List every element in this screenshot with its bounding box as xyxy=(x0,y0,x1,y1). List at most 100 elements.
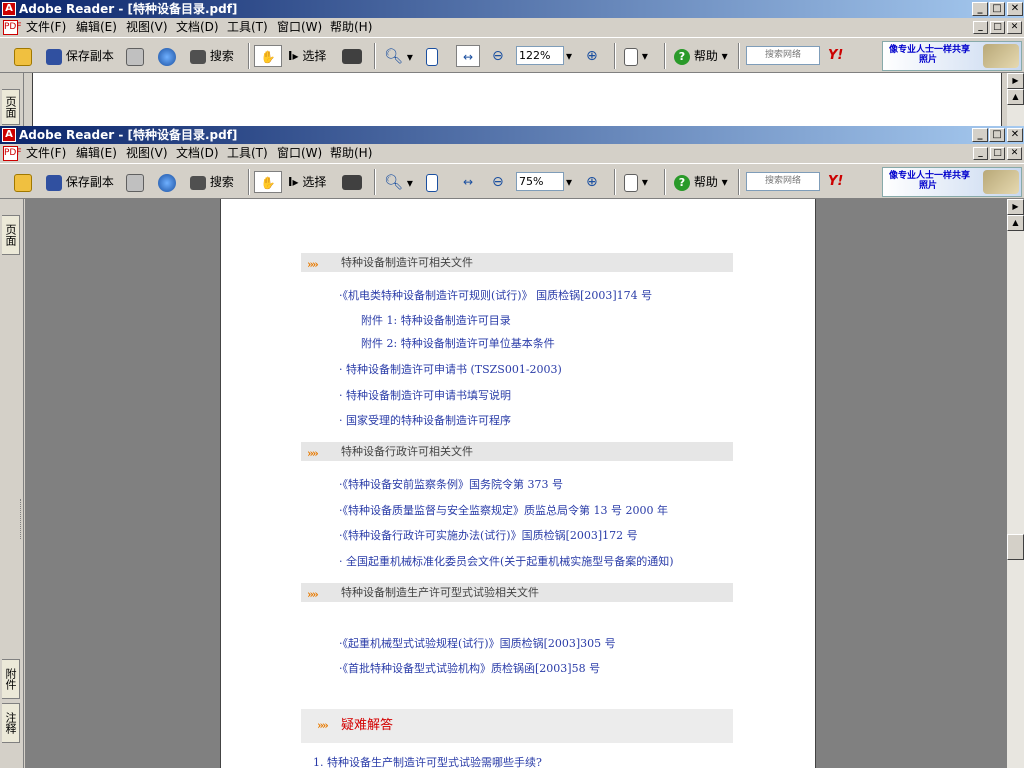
scrollbar-thumb[interactable] xyxy=(1007,534,1024,560)
document-view[interactable] xyxy=(32,73,1002,126)
select-tool-button[interactable]: I▸ 选择 xyxy=(288,45,326,67)
page-layout-icon xyxy=(624,47,638,66)
help-button[interactable]: ? 帮助 ▾ xyxy=(674,45,728,67)
save-copy-button[interactable]: 保存副本 xyxy=(46,171,114,193)
maximize-button[interactable]: □ xyxy=(989,2,1005,16)
zoom-level-input[interactable]: 122% xyxy=(516,46,564,65)
menu-window[interactable]: 窗口(W) xyxy=(277,18,322,37)
doc-link[interactable]: ·《特种设备安前监察条例》国务院令第 373 号 xyxy=(339,476,563,492)
doc-link[interactable]: ·《机电类特种设备制造许可规则(试行)》 国质检锅[2003]174 号 xyxy=(339,287,652,303)
fit-width-button[interactable]: ↔ xyxy=(456,171,480,193)
actual-size-button[interactable] xyxy=(426,45,438,67)
hand-icon: ✋ xyxy=(260,176,276,190)
page-layout-button[interactable]: ▾ xyxy=(624,171,648,193)
pane-resize-handle[interactable] xyxy=(20,499,23,539)
menu-file[interactable]: 文件(F) xyxy=(26,144,66,163)
menu-edit[interactable]: 编辑(E) xyxy=(76,144,117,163)
email-button[interactable] xyxy=(158,171,176,193)
open-folder-icon xyxy=(14,173,32,192)
doc-link[interactable]: ·《起重机械型式试验规程(试行)》国质检锅[2003]305 号 xyxy=(339,635,616,651)
faq-question[interactable]: 1. 特种设备生产制造许可型式试验需哪些手续? xyxy=(313,754,542,768)
doc-close-button[interactable]: ✕ xyxy=(1007,21,1022,34)
minimize-button[interactable]: _ xyxy=(972,2,988,16)
doc-link[interactable]: · 国家受理的特种设备制造许可程序 xyxy=(339,412,511,428)
snapshot-button[interactable] xyxy=(342,171,362,193)
photo-share-ad[interactable]: 像专业人士一样共享 照片 xyxy=(882,41,1022,71)
menu-help[interactable]: 帮助(H) xyxy=(330,18,372,37)
doc-link[interactable]: ·《首批特种设备型式试验机构》质检锅函[2003]58 号 xyxy=(339,660,600,676)
hand-tool-button[interactable]: ✋ xyxy=(254,171,282,193)
doc-close-button[interactable]: ✕ xyxy=(1007,147,1022,160)
zoom-in-tool-button[interactable]: 🔍︎ ▾ xyxy=(384,171,413,193)
menu-tools[interactable]: 工具(T) xyxy=(227,18,268,37)
help-button[interactable]: ? 帮助 ▾ xyxy=(674,171,728,193)
doc-link[interactable]: 附件 1: 特种设备制造许可目录 xyxy=(361,312,511,328)
save-copy-button[interactable]: 保存副本 xyxy=(46,45,114,67)
print-button[interactable] xyxy=(126,45,144,67)
zoom-dropdown-chevron-icon[interactable]: ▾ xyxy=(566,171,572,193)
menu-window[interactable]: 窗口(W) xyxy=(277,144,322,163)
zoom-out-button[interactable]: ⊖ xyxy=(492,45,504,67)
zoom-level-input[interactable]: 75% xyxy=(516,172,564,191)
menu-bar: PDF 文件(F) 编辑(E) 视图(V) 文档(D) 工具(T) 窗口(W) … xyxy=(0,144,1024,163)
menu-file[interactable]: 文件(F) xyxy=(26,18,66,37)
menu-help[interactable]: 帮助(H) xyxy=(330,144,372,163)
close-button[interactable]: ✕ xyxy=(1007,128,1023,142)
doc-link[interactable]: ·《特种设备质量监督与安全监察规定》质监总局令第 13 号 2000 年 xyxy=(339,502,668,518)
menu-view[interactable]: 视图(V) xyxy=(126,18,168,37)
doc-minimize-button[interactable]: _ xyxy=(973,21,988,34)
yahoo-icon[interactable]: Y! xyxy=(828,171,843,193)
scroll-right-arrow-icon[interactable]: ▶ xyxy=(1007,73,1024,89)
close-button[interactable]: ✕ xyxy=(1007,2,1023,16)
menu-document[interactable]: 文档(D) xyxy=(176,18,219,37)
menu-view[interactable]: 视图(V) xyxy=(126,144,168,163)
comments-tab[interactable]: 注释 xyxy=(2,703,20,743)
document-view[interactable]: »» 特种设备制造许可相关文件 ·《机电类特种设备制造许可规则(试行)》 国质检… xyxy=(25,199,1007,768)
zoom-in-button[interactable]: ⊕ xyxy=(586,171,598,193)
zoom-out-button[interactable]: ⊖ xyxy=(492,171,504,193)
page-layout-button[interactable]: ▾ xyxy=(624,45,648,67)
search-button[interactable]: 搜索 xyxy=(190,171,234,193)
fit-width-button[interactable]: ↔ xyxy=(456,45,480,67)
doc-minimize-button[interactable]: _ xyxy=(973,147,988,160)
zoom-in-tool-button[interactable]: 🔍︎ ▾ xyxy=(384,45,413,67)
open-button[interactable] xyxy=(14,45,32,67)
search-button[interactable]: 搜索 xyxy=(190,45,234,67)
web-search-input[interactable]: 搜索网络 xyxy=(746,172,820,191)
select-tool-button[interactable]: I▸ 选择 xyxy=(288,171,326,193)
menu-edit[interactable]: 编辑(E) xyxy=(76,18,117,37)
vertical-scrollbar[interactable]: ▶ ▲ xyxy=(1007,199,1024,768)
print-button[interactable] xyxy=(126,171,144,193)
maximize-button[interactable]: □ xyxy=(989,128,1005,142)
doc-link[interactable]: · 特种设备制造许可申请书 (TSZS001-2003) xyxy=(339,361,562,377)
pages-tab[interactable]: 页面 xyxy=(2,215,20,255)
open-button[interactable] xyxy=(14,171,32,193)
pages-tab[interactable]: 页面 xyxy=(2,89,20,125)
zoom-in-button[interactable]: ⊕ xyxy=(586,45,598,67)
hand-tool-button[interactable]: ✋ xyxy=(254,45,282,67)
doc-link[interactable]: · 特种设备制造许可申请书填写说明 xyxy=(339,387,511,403)
attachments-tab[interactable]: 附件 xyxy=(2,659,20,699)
doc-restore-button[interactable]: □ xyxy=(990,21,1005,34)
scroll-up-arrow-icon[interactable]: ▲ xyxy=(1007,215,1024,231)
minimize-button[interactable]: _ xyxy=(972,128,988,142)
doc-link[interactable]: ·《特种设备行政许可实施办法(试行)》国质检锅[2003]172 号 xyxy=(339,527,638,543)
pdf-document-icon[interactable]: PDF xyxy=(3,20,22,35)
vertical-scrollbar[interactable]: ▶ ▲ xyxy=(1007,73,1024,126)
zoom-dropdown-chevron-icon[interactable]: ▾ xyxy=(566,45,572,67)
pdf-document-icon[interactable]: PDF xyxy=(3,146,22,161)
menu-tools[interactable]: 工具(T) xyxy=(227,144,268,163)
snapshot-button[interactable] xyxy=(342,45,362,67)
doc-restore-button[interactable]: □ xyxy=(990,147,1005,160)
web-search-input[interactable]: 搜索网络 xyxy=(746,46,820,65)
doc-link[interactable]: · 全国起重机械标准化委员会文件(关于起重机械实施型号备案的通知) xyxy=(339,553,674,569)
doc-link[interactable]: 附件 2: 特种设备制造许可单位基本条件 xyxy=(361,335,555,351)
help-label: 帮助 xyxy=(693,49,718,63)
actual-size-button[interactable] xyxy=(426,171,438,193)
scroll-right-arrow-icon[interactable]: ▶ xyxy=(1007,199,1024,215)
yahoo-icon[interactable]: Y! xyxy=(828,45,843,67)
photo-share-ad[interactable]: 像专业人士一样共享 照片 xyxy=(882,167,1022,197)
email-button[interactable] xyxy=(158,45,176,67)
scroll-up-arrow-icon[interactable]: ▲ xyxy=(1007,89,1024,105)
menu-document[interactable]: 文档(D) xyxy=(176,144,219,163)
